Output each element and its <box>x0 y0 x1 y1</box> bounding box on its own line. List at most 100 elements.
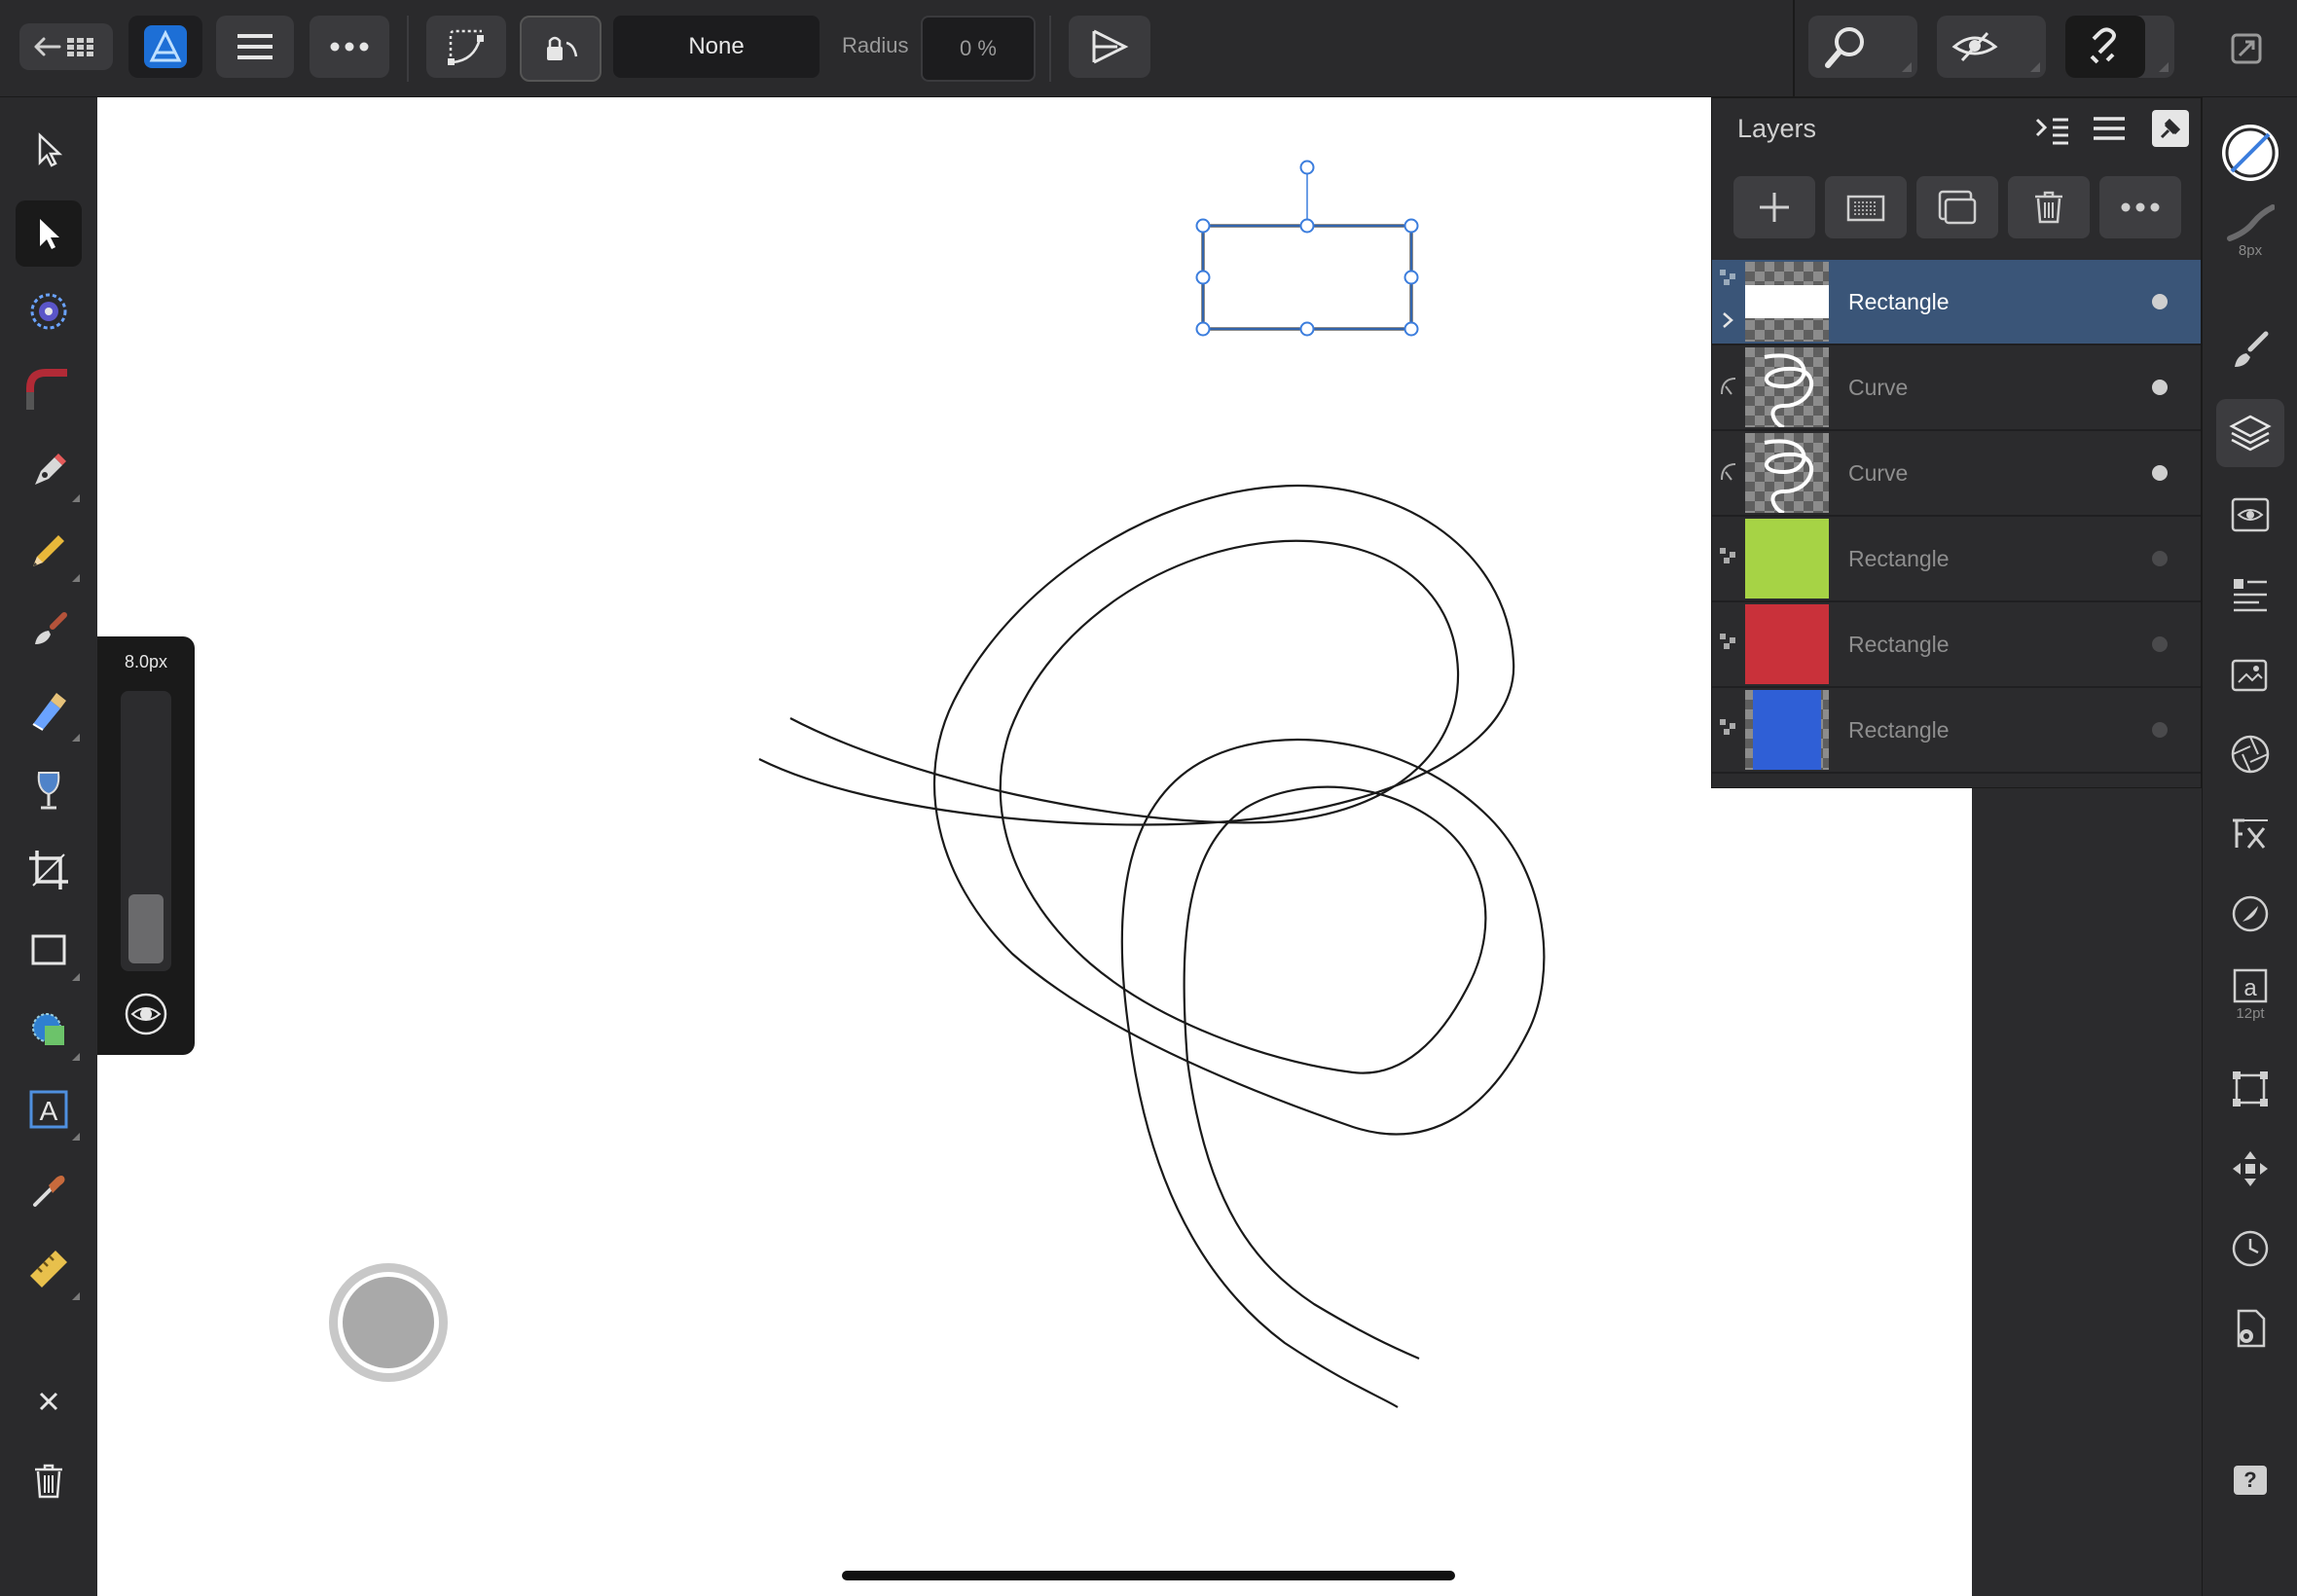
color-swatch-button[interactable] <box>2216 119 2284 187</box>
layer-type-icon <box>1720 270 1735 285</box>
text-styles-studio-button[interactable] <box>2216 561 2284 629</box>
point-transform-tool[interactable] <box>16 278 82 345</box>
shape-builder-icon <box>32 1013 64 1045</box>
document-settings-button[interactable] <box>2216 1294 2284 1362</box>
layers-panel: Layers Rectangle Curve Curve Rectangle R… <box>1711 97 2202 788</box>
stroke-width-button[interactable]: 8px <box>2216 197 2284 265</box>
more-options-button[interactable] <box>310 16 389 78</box>
assets-studio-button[interactable] <box>2216 640 2284 708</box>
toolbar-separator <box>1049 16 1051 82</box>
brush-width-slider[interactable] <box>121 691 171 971</box>
measure-tool[interactable] <box>16 1236 82 1302</box>
pencil-icon <box>33 535 64 566</box>
snapping-button[interactable] <box>2065 16 2174 78</box>
pointer-arrow-icon <box>38 132 63 167</box>
close-icon <box>39 1392 58 1411</box>
transparency-tool[interactable] <box>16 757 82 823</box>
expand-chevron-icon[interactable] <box>1720 310 1735 330</box>
layer-row-curve[interactable]: Curve <box>1712 345 2201 431</box>
view-zoom-button[interactable] <box>1808 16 1917 78</box>
assets-icon <box>2231 659 2268 692</box>
symbols-studio-button[interactable] <box>2216 720 2284 788</box>
layer-thumbnail <box>1745 262 1829 342</box>
brush-width-popup: 8.0px <box>97 636 195 1055</box>
trash-icon <box>35 1464 62 1499</box>
help-icon: ? <box>2234 1466 2267 1495</box>
text-studio-button[interactable]: a 12pt <box>2216 960 2284 1028</box>
effects-studio-button[interactable] <box>2216 800 2284 868</box>
crop-tool[interactable] <box>16 837 82 903</box>
gradient-fill-icon <box>32 693 66 731</box>
pen-tool[interactable] <box>16 438 82 504</box>
layer-visibility-dot[interactable] <box>2152 380 2168 395</box>
view-mode-button[interactable] <box>1937 16 2046 78</box>
curve-inner <box>789 539 1487 1360</box>
curve-layer-icon <box>1721 463 1736 481</box>
layer-row-rectangle-red[interactable]: Rectangle <box>1712 602 2201 688</box>
delete-layer-button[interactable] <box>2008 176 2090 238</box>
add-layer-button[interactable] <box>1733 176 1815 238</box>
layer-thumbnail <box>1745 690 1829 770</box>
help-button[interactable]: ? <box>2216 1446 2284 1514</box>
fullscreen-button[interactable] <box>2227 29 2266 68</box>
layer-name: Curve <box>1848 460 1909 486</box>
group-layers-button[interactable] <box>1916 176 1998 238</box>
layer-options-button[interactable] <box>2099 176 2181 238</box>
pixel-layer-icon <box>1846 195 1885 222</box>
compass-icon <box>2232 895 2269 932</box>
export-arrow-icon <box>1092 29 1129 64</box>
document-menu-button[interactable] <box>216 16 294 78</box>
svg-text:a: a <box>2243 975 2257 1001</box>
layer-row-rectangle-blue[interactable]: Rectangle <box>1712 688 2201 774</box>
lock-aspect-button[interactable] <box>520 16 602 82</box>
clock-icon <box>2232 1230 2269 1267</box>
layer-name: Curve <box>1848 375 1909 400</box>
export-button[interactable] <box>1069 16 1150 78</box>
appearance-studio-button[interactable] <box>2216 481 2284 549</box>
layers-menu-button[interactable] <box>2092 114 2131 145</box>
move-tool[interactable] <box>16 117 82 183</box>
layer-visibility-dot[interactable] <box>2152 465 2168 481</box>
radius-field[interactable]: 0 % <box>921 16 1036 82</box>
affinity-designer-logo-icon <box>144 25 187 68</box>
delete-button[interactable] <box>16 1448 82 1514</box>
brush-width-thumb[interactable] <box>128 894 164 963</box>
pressure-toggle-button[interactable] <box>121 989 171 1039</box>
color-picker-tool[interactable] <box>16 1156 82 1222</box>
layers-collapse-button[interactable] <box>2033 112 2072 147</box>
close-context-button[interactable] <box>16 1368 82 1434</box>
designer-persona-button[interactable] <box>128 16 202 78</box>
styles-list-icon <box>2234 579 2267 612</box>
back-to-gallery-button[interactable] <box>19 23 113 70</box>
move-studio-button[interactable] <box>2216 1135 2284 1203</box>
pin-panel-button[interactable] <box>2152 110 2189 147</box>
pencil-tool[interactable] <box>16 518 82 584</box>
shape-builder-tool[interactable] <box>16 997 82 1063</box>
add-pixel-layer-button[interactable] <box>1825 176 1907 238</box>
pasteboard-area <box>1972 786 2202 1596</box>
transform-studio-button[interactable] <box>2216 1055 2284 1123</box>
layer-visibility-dot[interactable] <box>2152 636 2168 652</box>
layer-visibility-dot[interactable] <box>2152 551 2168 566</box>
brushes-studio-button[interactable] <box>2216 317 2284 385</box>
history-studio-button[interactable] <box>2216 1215 2284 1283</box>
layer-row-curve[interactable]: Curve <box>1712 431 2201 517</box>
node-tool[interactable] <box>16 200 82 267</box>
convert-to-curves-button[interactable] <box>426 16 506 78</box>
corner-tool[interactable] <box>16 358 82 424</box>
navigator-studio-button[interactable] <box>2216 880 2284 948</box>
rectangle-tool[interactable] <box>16 917 82 983</box>
vector-brush-tool[interactable] <box>16 598 82 664</box>
layer-visibility-dot[interactable] <box>2152 722 2168 738</box>
layer-name: Rectangle <box>1848 289 1950 314</box>
layer-row-rectangle-green[interactable]: Rectangle <box>1712 517 2201 602</box>
command-controller[interactable] <box>329 1263 448 1382</box>
layers-studio-button[interactable] <box>2216 399 2284 467</box>
text-size-label: 12pt <box>2236 1004 2265 1022</box>
layer-visibility-dot[interactable] <box>2152 294 2168 309</box>
layer-row-rectangle-selected[interactable]: Rectangle <box>1712 260 2201 345</box>
fill-tool[interactable] <box>16 677 82 744</box>
artistic-text-tool[interactable]: A <box>16 1076 82 1143</box>
no-fill-swatch-icon <box>2222 125 2279 181</box>
corner-type-select[interactable]: None <box>613 16 820 78</box>
